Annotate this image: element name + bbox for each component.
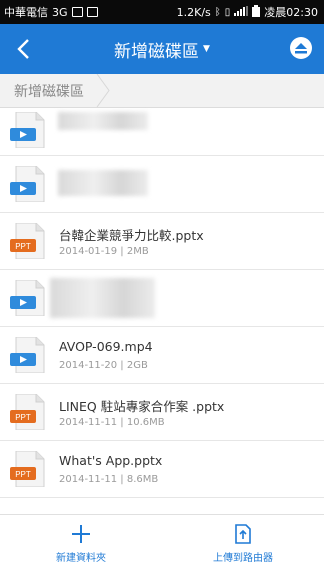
video-file-icon [10,337,45,373]
ppt-badge: PPT [15,242,31,251]
mail-notification-icon [86,7,98,17]
file-name: AVOP-069.mp4 [59,339,153,354]
video-file-icon [10,166,45,202]
plus-icon [72,525,90,543]
file-meta: 2014-11-11 | 10.6MB [59,417,165,428]
breadcrumb: 新增磁碟區 [0,74,324,108]
bottom-action-bar: 新建資料夾 上傳到路由器 [0,514,324,571]
app-bar: 新增磁碟區 ▼ [0,24,324,74]
upload-icon [235,524,251,544]
file-name: LINEQ 駐站專家合作案 .pptx [59,399,225,414]
file-meta: 2014-11-11 | 8.6MB [59,474,159,485]
eject-button[interactable] [290,37,312,59]
back-button[interactable] [10,35,36,63]
volume-title-dropdown[interactable]: 新增磁碟區 ▼ [70,24,254,74]
list-item[interactable] [0,108,324,156]
ppt-badge: PPT [15,470,31,479]
file-list: PPT 台韓企業競爭力比較.pptx 2014-01-19 | 2MB AVOP… [0,108,324,498]
list-item[interactable]: PPT What's App.pptx 2014-11-11 | 8.6MB [0,441,324,498]
redacted-filename [50,278,155,318]
caret-down-icon: ▼ [203,44,210,54]
ppt-badge: PPT [15,413,31,422]
carrier-label: 中華電信 [4,6,48,19]
video-file-icon [10,112,45,148]
file-meta: 2014-01-19 | 2MB [59,246,149,257]
list-item[interactable]: AVOP-069.mp4 2014-11-20 | 2GB [0,327,324,384]
page-title: 新增磁碟區 [114,41,200,62]
back-arrow-icon [17,39,29,59]
ppt-file-icon: PPT [10,451,45,487]
signal-icon [234,5,249,19]
file-meta: 2014-11-20 | 2GB [59,360,148,371]
bluetooth-icon: ᛒ [214,6,221,18]
network-speed-label: 1.2K/s [176,5,211,19]
image-notification-icon [71,7,83,17]
status-bar: 中華電信 3G 1.2K/s ᛒ ▯ 凌晨02:30 [0,0,324,24]
file-name: What's App.pptx [59,453,163,468]
ppt-file-icon: PPT [10,223,45,259]
eject-icon [295,42,307,53]
list-item[interactable] [0,156,324,213]
upload-label: 上傳到路由器 [213,553,273,564]
list-item[interactable]: PPT LINEQ 駐站專家合作案 .pptx 2014-11-11 | 10.… [0,384,324,441]
list-item[interactable]: PPT 台韓企業競爭力比較.pptx 2014-01-19 | 2MB [0,213,324,270]
list-item[interactable] [0,270,324,327]
new-folder-button[interactable]: 新建資料夾 [0,515,162,572]
redacted-filename [58,112,148,130]
ppt-file-icon: PPT [10,394,45,430]
upload-to-router-button[interactable]: 上傳到路由器 [162,515,324,572]
network-label: 3G [52,5,68,19]
file-name: 台韓企業競爭力比較.pptx [59,228,204,243]
battery-icon [252,4,261,20]
breadcrumb-separator [96,74,110,107]
new-folder-label: 新建資料夾 [56,553,106,564]
video-file-icon [10,280,45,316]
redacted-filename [58,170,148,196]
clock-label: 凌晨02:30 [264,6,318,19]
breadcrumb-item[interactable]: 新增磁碟區 [0,74,106,107]
vibrate-icon: ▯ [224,6,231,18]
